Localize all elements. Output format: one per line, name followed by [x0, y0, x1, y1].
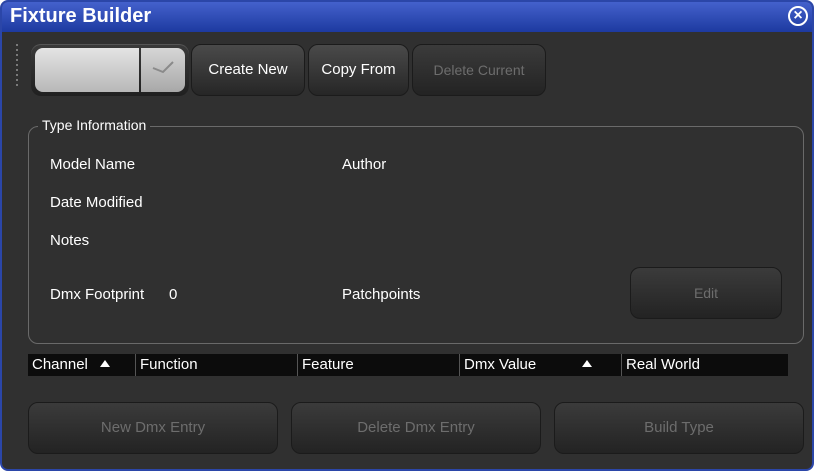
build-type-button[interactable]: Build Type	[554, 402, 804, 454]
delete-current-button[interactable]: Delete Current	[412, 44, 546, 96]
column-feature[interactable]: Feature	[298, 354, 460, 376]
window-title: Fixture Builder	[10, 5, 152, 27]
date-modified-label: Date Modified	[50, 194, 143, 211]
drag-grip-icon[interactable]	[12, 44, 22, 90]
model-name-label: Model Name	[50, 156, 136, 173]
edit-button[interactable]: Edit	[630, 267, 782, 319]
dropdown-arrow-icon[interactable]	[141, 48, 185, 92]
author-label: Author	[342, 156, 387, 173]
close-icon[interactable]: ×	[788, 6, 808, 26]
create-new-button[interactable]: Create New	[191, 44, 305, 96]
column-real-world[interactable]: Real World	[622, 354, 788, 376]
column-channel[interactable]: Channel	[28, 354, 136, 376]
title-bar[interactable]: Fixture Builder ×	[2, 2, 812, 32]
dmx-footprint-label: Dmx Footprint	[50, 286, 145, 303]
patchpoints-label: Patchpoints	[342, 286, 421, 303]
sort-ascending-icon	[100, 360, 111, 368]
fixture-type-swatch	[35, 48, 139, 92]
column-dmx-value[interactable]: Dmx Value	[460, 354, 622, 376]
column-function[interactable]: Function	[136, 354, 298, 376]
delete-dmx-entry-button[interactable]: Delete Dmx Entry	[291, 402, 541, 454]
dmx-footprint-value: 0	[169, 286, 178, 303]
fixture-builder-window: Fixture Builder × Create New Copy From D…	[0, 0, 814, 471]
copy-from-button[interactable]: Copy From	[308, 44, 409, 96]
new-dmx-entry-button[interactable]: New Dmx Entry	[28, 402, 278, 454]
dmx-table-header: Channel Function Feature Dmx Value Real …	[28, 354, 788, 376]
sort-ascending-icon	[582, 360, 593, 368]
notes-label: Notes	[50, 232, 90, 249]
type-information-legend: Type Information	[38, 117, 151, 133]
fixture-type-selector[interactable]	[31, 44, 189, 96]
